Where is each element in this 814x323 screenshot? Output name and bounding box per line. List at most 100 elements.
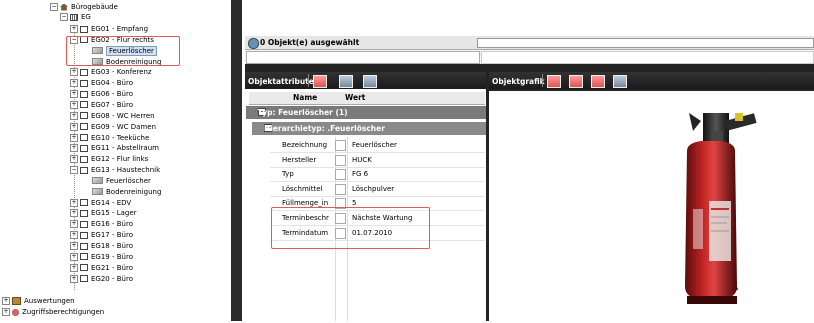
tree-node-room[interactable]: + EG03 - Konferenz xyxy=(70,67,152,77)
attribute-checkbox[interactable] xyxy=(335,169,346,181)
expand-icon[interactable]: + xyxy=(70,111,78,120)
sort-icon[interactable] xyxy=(363,75,377,88)
expand-icon[interactable]: + xyxy=(70,252,78,261)
tree-node-room[interactable]: + EG16 - Büro xyxy=(70,219,133,229)
expand-icon[interactable]: + xyxy=(70,25,78,33)
group-hierarchy[interactable]: − Hierarchietyp: .Feuerlöscher xyxy=(252,122,486,135)
expand-icon[interactable]: + xyxy=(70,90,78,99)
expand-icon[interactable]: + xyxy=(2,308,10,316)
expand-icon[interactable]: + xyxy=(70,274,78,283)
attribute-checkbox[interactable] xyxy=(335,140,346,151)
access-rights-icon xyxy=(12,308,19,316)
tree-node-room[interactable]: + EG19 - Büro xyxy=(70,252,133,262)
group-type[interactable]: − Typ: Feuerlöscher (1) xyxy=(246,106,486,119)
expand-icon[interactable]: + xyxy=(70,263,78,272)
selection-count: 0 Objekt(e) ausgewählt xyxy=(260,38,360,47)
attribute-panel-titlebar: Objektattribute xyxy=(245,72,486,89)
room-icon xyxy=(80,90,88,98)
tree-node-label: EG19 - Büro xyxy=(91,252,133,261)
tree-node-evaluations[interactable]: + Auswertungen xyxy=(2,296,75,306)
photo-icon[interactable] xyxy=(591,75,605,88)
filter-icon[interactable] xyxy=(313,75,327,88)
expand-icon[interactable]: + xyxy=(2,297,10,305)
expand-icon[interactable]: + xyxy=(70,155,78,164)
top-area xyxy=(245,0,814,34)
collapse-icon[interactable]: − xyxy=(50,3,58,11)
tree-node-room[interactable]: + EG17 - Büro xyxy=(70,230,133,240)
selection-bar: 0 Objekt(e) ausgewählt xyxy=(245,36,814,50)
tree-node-label: EG03 - Konferenz xyxy=(91,68,152,77)
expand-icon[interactable]: + xyxy=(70,144,78,153)
tree-node-room[interactable]: + EG07 - Büro xyxy=(70,100,133,110)
expand-icon[interactable]: + xyxy=(70,68,78,77)
list-icon[interactable] xyxy=(339,75,353,88)
splitter[interactable] xyxy=(231,0,242,321)
separator xyxy=(542,74,543,87)
column-name-header[interactable]: Name xyxy=(293,93,317,102)
expand-icon[interactable]: + xyxy=(70,220,78,229)
expand-icon[interactable]: + xyxy=(70,79,78,88)
expand-icon[interactable]: + xyxy=(70,231,78,240)
attribute-checkbox[interactable] xyxy=(335,154,346,166)
tree-node-object[interactable]: Bodenreinigung xyxy=(92,187,161,197)
tree-node-room[interactable]: + EG12 - Flur links xyxy=(70,154,148,164)
attribute-name: Typ xyxy=(282,170,294,179)
expand-icon[interactable]: + xyxy=(70,133,78,142)
tree-node-label: EG01 - Empfang xyxy=(91,25,149,33)
tree-node-room[interactable]: + EG09 - WC Damen xyxy=(70,122,156,132)
attribute-row[interactable]: Typ FG 6 xyxy=(270,168,485,181)
export-icon[interactable] xyxy=(613,75,627,88)
graphic-panel-title: Objektgrafik xyxy=(492,77,545,86)
graphic-panel-titlebar: Objektgrafik xyxy=(489,72,814,89)
room-icon xyxy=(80,264,88,272)
tree-node-room[interactable]: + EG01 - Empfang xyxy=(70,24,148,34)
attribute-column-header: Name Wert xyxy=(249,92,485,105)
tree-node-room[interactable]: + EG10 - Teeküche xyxy=(70,133,149,143)
collapse-icon[interactable]: − xyxy=(60,13,68,21)
tree-node-access[interactable]: + Zugriffsberechtigungen xyxy=(2,307,104,317)
collapse-icon[interactable]: − xyxy=(70,166,78,175)
expand-icon[interactable]: + xyxy=(70,122,78,131)
tree-node-root[interactable]: − Bürogebäude xyxy=(50,2,118,12)
tree-node-floor[interactable]: − EG xyxy=(60,12,91,22)
image-icon[interactable] xyxy=(547,75,561,88)
tree-node-label: EG11 - Abstellraum xyxy=(91,144,159,153)
tree-node-object[interactable]: Feuerlöscher xyxy=(92,176,151,186)
room-icon xyxy=(80,155,88,163)
attribute-value[interactable]: HUCK xyxy=(352,156,372,164)
selection-icon[interactable] xyxy=(248,38,259,49)
attribute-value[interactable]: FG 6 xyxy=(352,170,368,178)
house-icon xyxy=(60,3,68,11)
tree-node-room[interactable]: + EG18 - Büro xyxy=(70,241,133,251)
room-icon xyxy=(80,220,88,228)
attribute-checkbox[interactable] xyxy=(335,183,346,195)
expand-icon[interactable]: + xyxy=(70,100,78,109)
tree-node-room[interactable]: + EG11 - Abstellraum xyxy=(70,143,159,153)
expand-icon[interactable]: + xyxy=(70,242,78,250)
tree-node-room[interactable]: + EG21 - Büro xyxy=(70,263,133,273)
tree-node-room[interactable]: + EG15 - Lager xyxy=(70,208,137,218)
attribute-row[interactable]: Bezeichnung Feuerlöscher xyxy=(270,139,485,152)
expand-icon[interactable]: + xyxy=(70,198,78,207)
tree-node-label: EG09 - WC Damen xyxy=(91,122,157,131)
extinguisher-object-icon xyxy=(92,177,103,185)
expand-icon[interactable]: + xyxy=(70,209,78,218)
tree-node-room[interactable]: − EG13 - Haustechnik xyxy=(70,165,160,175)
attribute-value[interactable]: Feuerlöscher xyxy=(352,141,397,149)
tree-node-label: Feuerlöscher xyxy=(106,176,151,185)
attribute-row[interactable]: Löschmittel Löschpulver xyxy=(270,183,485,196)
attribute-row[interactable]: Hersteller HUCK xyxy=(270,154,485,167)
tree-node-room[interactable]: + EG20 - Büro xyxy=(70,274,133,284)
room-icon xyxy=(80,231,88,239)
selection-field[interactable] xyxy=(477,38,814,48)
tree-node-room[interactable]: + EG04 - Büro xyxy=(70,78,133,88)
tree-node-room[interactable]: + EG06 - Büro xyxy=(70,89,133,99)
tree-node-label: EG07 - Büro xyxy=(91,100,133,109)
header-box-right xyxy=(481,51,814,64)
attribute-value[interactable]: Löschpulver xyxy=(352,185,394,193)
column-value-header[interactable]: Wert xyxy=(345,93,365,102)
tree-node-room[interactable]: + EG08 - WC Herren xyxy=(70,111,155,121)
tree-node-label: EG12 - Flur links xyxy=(91,155,149,164)
zoom-icon[interactable] xyxy=(569,75,583,88)
tree-node-room[interactable]: + EG14 - EDV xyxy=(70,198,131,208)
